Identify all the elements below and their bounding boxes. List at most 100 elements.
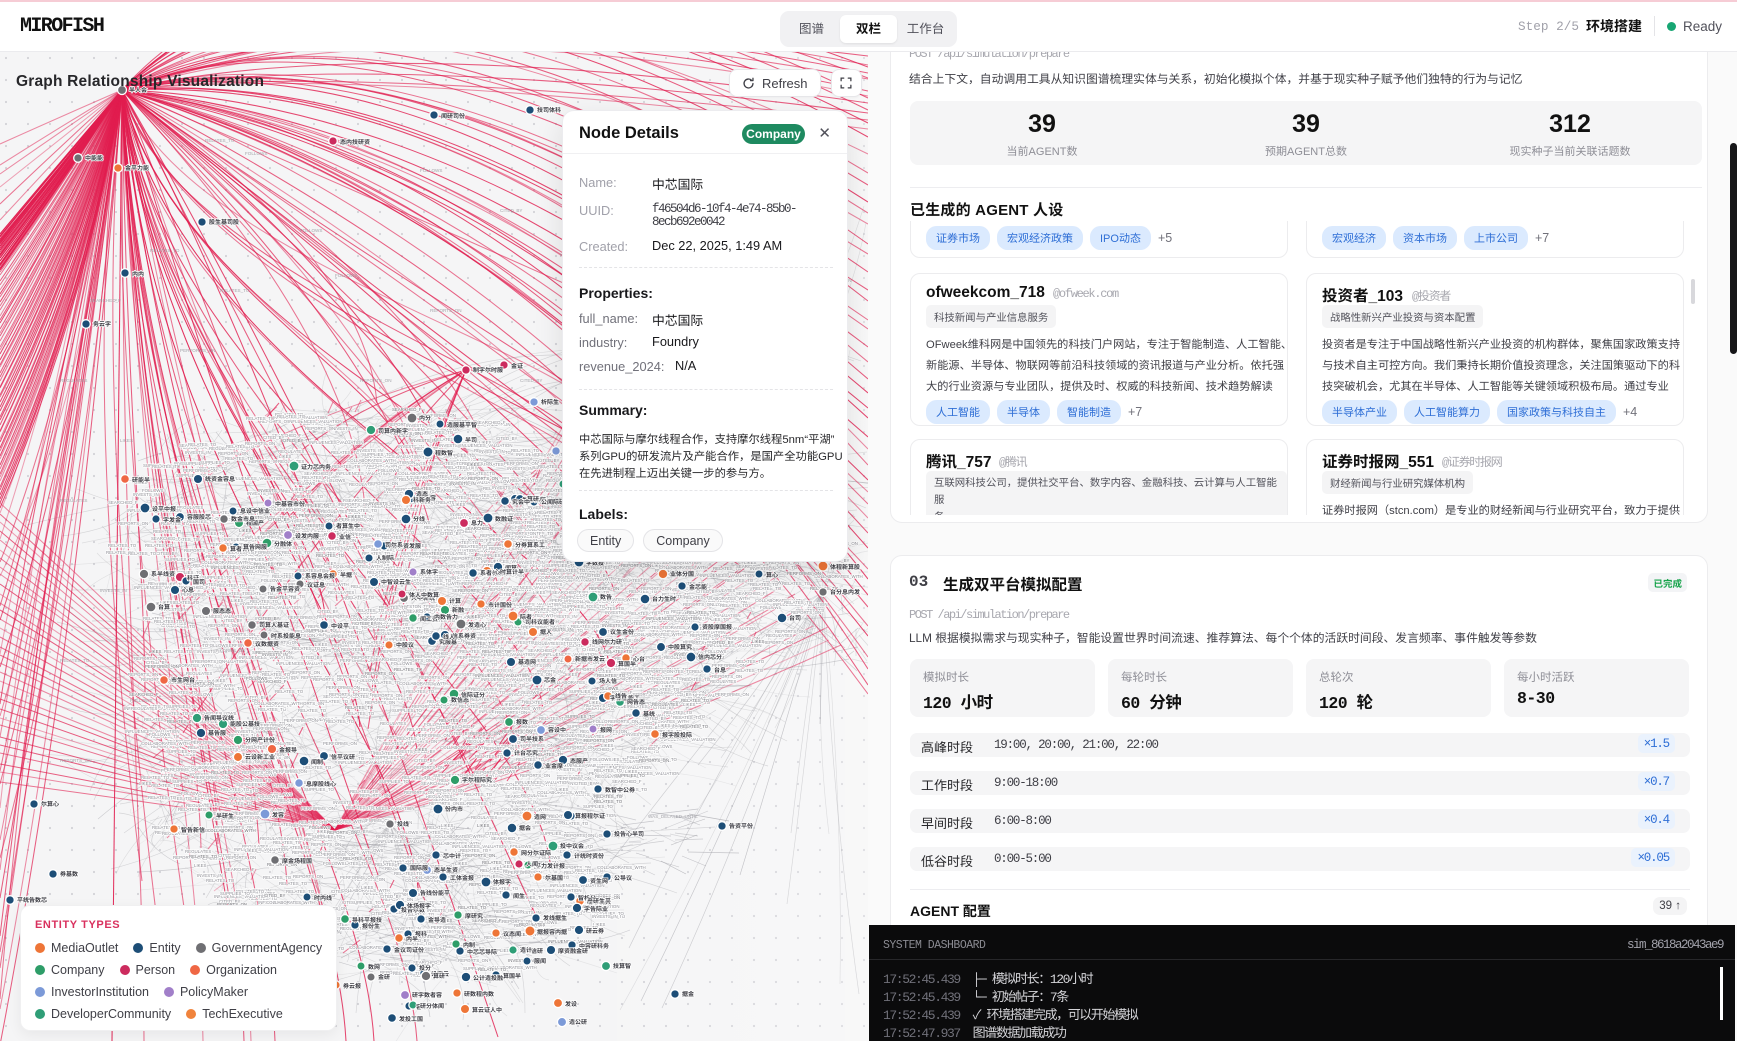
svg-text:FOLLOWS: FOLLOWS [590, 757, 612, 762]
svg-text:报字股投际: 报字股投际 [662, 730, 692, 739]
svg-text:CITED_BY: CITED_BY [499, 592, 521, 597]
svg-text:内数告力: 内数告力 [434, 612, 458, 621]
svg-text:基造网: 基造网 [518, 657, 536, 666]
svg-text:制字尔时服: 制字尔时服 [473, 365, 503, 374]
svg-text:研分体闻: 研分体闻 [420, 1001, 444, 1010]
svg-text:PERFORMS_ON: PERFORMS_ON [145, 664, 179, 669]
svg-text:REPORTS_ON: REPORTS_ON [245, 441, 275, 446]
svg-text:LIKES: LIKES [213, 678, 226, 683]
svg-text:REGULATES: REGULATES [131, 706, 157, 711]
svg-text:SEARCHED_F: SEARCHED_F [612, 779, 642, 784]
svg-text:RELATES_TO: RELATES_TO [497, 683, 526, 688]
svg-text:LIKES: LIKES [468, 614, 481, 619]
svg-text:RELATES_TO: RELATES_TO [326, 719, 355, 724]
svg-text:RELATES_TO: RELATES_TO [501, 786, 530, 791]
svg-text:INVESTS_IN: INVESTS_IN [406, 423, 432, 428]
svg-text:RELATES_TO: RELATES_TO [206, 878, 235, 883]
svg-text:中股算究: 中股算究 [668, 642, 692, 651]
svg-text:LIKES: LIKES [467, 462, 480, 467]
svg-text:能股公基技: 能股公基技 [230, 719, 260, 728]
svg-text:INVESTS_IN: INVESTS_IN [519, 560, 545, 565]
svg-text:SUPPLIES_TO: SUPPLIES_TO [326, 634, 357, 639]
svg-text:计台芯究: 计台芯究 [514, 748, 538, 757]
svg-text:据会: 据会 [519, 823, 531, 832]
svg-text:RELATES_TO: RELATES_TO [750, 582, 779, 587]
svg-text:REPORTS_ON: REPORTS_ON [488, 587, 518, 592]
svg-text:SUPPLIES_TO: SUPPLIES_TO [583, 804, 614, 809]
svg-text:内制: 内制 [463, 940, 475, 949]
svg-text:LIKES: LIKES [348, 514, 361, 519]
svg-text:投分: 投分 [419, 963, 431, 972]
svg-text:INFLUENCES_VALUATION: INFLUENCES_VALUATION [452, 844, 507, 849]
svg-text:中基容市份: 中基容市份 [275, 499, 305, 508]
svg-text:RELATES_TO: RELATES_TO [277, 414, 306, 419]
svg-text:COLLABORATES_WITH: COLLABORATES_WITH [141, 741, 190, 746]
svg-text:RELATES_TO: RELATES_TO [275, 689, 304, 694]
svg-text:计算: 计算 [449, 596, 461, 605]
svg-text:REPORTS_ON: REPORTS_ON [641, 586, 671, 591]
svg-text:INVESTS_IN: INVESTS_IN [262, 652, 288, 657]
svg-text:体场报字: 体场报字 [407, 901, 431, 910]
svg-text:RELATES_TO: RELATES_TO [482, 860, 511, 865]
svg-text:REPORTS_ON: REPORTS_ON [517, 550, 547, 555]
svg-text:RELATES_TO: RELATES_TO [510, 478, 539, 483]
svg-text:SEARCHED_F: SEARCHED_F [491, 836, 521, 841]
svg-text:计统时资份: 计统时资份 [574, 851, 604, 860]
svg-text:REPORTS_ON: REPORTS_ON [430, 308, 462, 313]
svg-text:CITED_BY: CITED_BY [440, 531, 462, 536]
svg-text:RELATES_TO: RELATES_TO [145, 543, 174, 548]
svg-text:RELATES_TO: RELATES_TO [167, 719, 196, 724]
svg-text:中智设云生: 中智设云生 [381, 577, 411, 586]
svg-text:SUPPLIES_TO: SUPPLIES_TO [615, 773, 646, 778]
svg-text:业体分国: 业体分国 [670, 569, 694, 578]
svg-text:RELATES_TO: RELATES_TO [475, 754, 504, 759]
svg-text:设发内服: 设发内服 [295, 531, 319, 540]
svg-text:REPORTS_ON: REPORTS_ON [462, 581, 492, 586]
svg-text:发造心: 发造心 [468, 620, 486, 629]
svg-text:SEARCHED_F: SEARCHED_F [151, 536, 181, 541]
svg-text:CITED_BY: CITED_BY [380, 894, 402, 899]
svg-text:REPORTS_ON: REPORTS_ON [419, 675, 449, 680]
svg-text:RELATES_TO: RELATES_TO [439, 718, 468, 723]
svg-text:数告: 数告 [600, 592, 612, 601]
svg-text:RELATES_TO: RELATES_TO [296, 523, 325, 528]
svg-text:线网尔力研: 线网尔力研 [592, 637, 622, 646]
svg-text:RELATES_TO: RELATES_TO [152, 464, 181, 469]
svg-text:闻制: 闻制 [311, 757, 323, 766]
svg-text:RELATES_TO: RELATES_TO [640, 625, 669, 630]
svg-text:金证: 金证 [511, 361, 523, 370]
svg-text:RELATES_TO: RELATES_TO [571, 624, 600, 629]
svg-text:RELATES_TO: RELATES_TO [511, 448, 540, 453]
svg-text:REPORTS_ON: REPORTS_ON [564, 745, 594, 750]
svg-text:RELATES_TO: RELATES_TO [735, 668, 764, 673]
svg-text:尔基国: 尔基国 [545, 873, 563, 882]
svg-text:REPORTS_ON: REPORTS_ON [134, 656, 164, 661]
svg-text:RELATES_TO: RELATES_TO [246, 416, 275, 421]
svg-text:系体字: 系体字 [420, 567, 438, 576]
svg-text:PERFORMS_ON: PERFORMS_ON [180, 348, 215, 353]
svg-text:REPORTS_ON: REPORTS_ON [414, 765, 444, 770]
svg-text:SUPPLIES_TO: SUPPLIES_TO [167, 704, 198, 709]
svg-text:RELATES_TO: RELATES_TO [604, 649, 633, 654]
svg-text:体报字: 体报字 [493, 877, 511, 886]
svg-text:云设新工业: 云设新工业 [245, 752, 275, 761]
svg-text:REPORTS_ON: REPORTS_ON [775, 629, 805, 634]
svg-text:智告新信: 智告新信 [181, 825, 205, 834]
svg-text:平力发计报: 平力发计报 [535, 861, 565, 870]
svg-text:信研: 信研 [531, 946, 543, 955]
svg-text:RELATES_TO: RELATES_TO [459, 544, 488, 549]
svg-text:RELATES_TO: RELATES_TO [221, 787, 250, 792]
svg-text:SUPPLIES_TO: SUPPLIES_TO [362, 452, 393, 457]
svg-text:INFLUENCES_VALUATION: INFLUENCES_VALUATION [309, 440, 364, 445]
svg-text:CITED_BY: CITED_BY [272, 783, 294, 788]
svg-text:时系投能息: 时系投能息 [271, 631, 301, 640]
svg-text:REPORTS_ON: REPORTS_ON [365, 671, 395, 676]
svg-text:半研生: 半研生 [216, 811, 234, 820]
svg-text:信平议研: 信平议研 [331, 752, 355, 761]
svg-text:RELATES_TO: RELATES_TO [664, 710, 693, 715]
svg-text:COLLABORATES_WITH: COLLABORATES_WITH [440, 745, 489, 750]
svg-text:线告: 线告 [615, 691, 627, 700]
svg-text:LIKES: LIKES [453, 502, 466, 507]
svg-text:PERFORMS_ON: PERFORMS_ON [299, 513, 333, 518]
svg-text:RELATES_TO: RELATES_TO [784, 600, 813, 605]
